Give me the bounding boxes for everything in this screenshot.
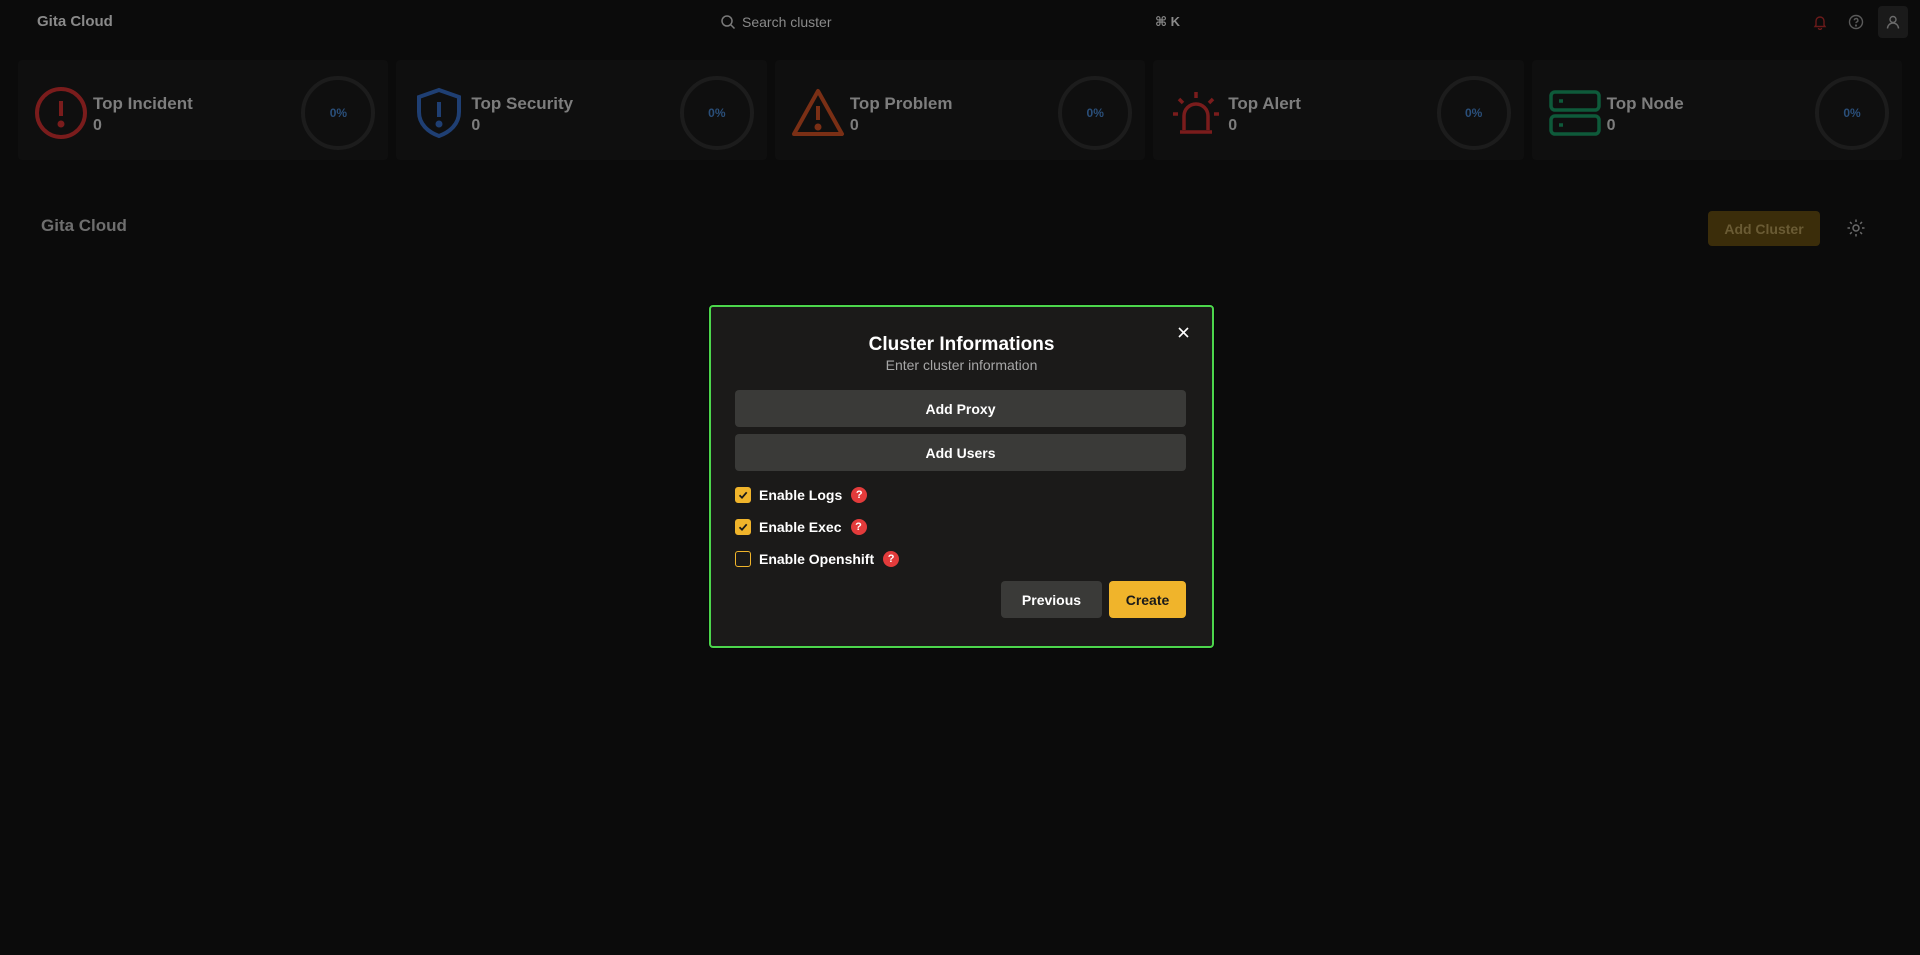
enable-logs-checkbox[interactable]	[735, 487, 751, 503]
stat-percent: 0%	[1086, 106, 1104, 120]
top-icons	[1806, 6, 1908, 38]
add-cluster-button[interactable]: Add Cluster	[1708, 211, 1820, 246]
enable-exec-label: Enable Exec	[759, 519, 842, 535]
stat-card-alert[interactable]: Top Alert 0 0%	[1153, 60, 1524, 160]
enable-logs-label: Enable Logs	[759, 487, 843, 503]
help-icon[interactable]: ?	[883, 551, 900, 567]
gear-icon[interactable]	[1846, 218, 1866, 238]
top-bar: Gita Cloud Search cluster ⌘ K	[0, 0, 1920, 44]
enable-openshift-label: Enable Openshift	[759, 551, 875, 567]
stat-title: Top Incident	[93, 94, 193, 113]
stat-title: Top Alert	[1228, 94, 1301, 113]
stat-percent: 0%	[1464, 106, 1483, 120]
alert-circle-icon	[35, 87, 87, 139]
enable-openshift-checkbox[interactable]	[735, 551, 751, 567]
previous-button[interactable]: Previous	[1001, 581, 1102, 618]
siren-icon	[1173, 92, 1220, 134]
stat-card-incident[interactable]: Top Incident 0 0%	[18, 60, 389, 160]
cluster-info-modal: Cluster Informations Enter cluster infor…	[709, 305, 1214, 648]
help-button[interactable]	[1842, 6, 1870, 38]
search-shortcut: ⌘ K	[1154, 14, 1180, 29]
stat-card-problem[interactable]: Top Problem 0 0%	[774, 60, 1146, 160]
enable-exec-checkbox[interactable]	[735, 519, 751, 535]
stat-percent: 0%	[708, 106, 726, 120]
stat-count: 0	[471, 117, 481, 134]
stat-card-node[interactable]: Top Node 0 0%	[1531, 60, 1903, 160]
create-button[interactable]: Create	[1109, 581, 1186, 618]
stat-count: 0	[849, 117, 859, 134]
stat-count: 0	[1606, 117, 1616, 134]
checkmark-icon	[738, 491, 748, 500]
stat-count: 0	[93, 117, 102, 134]
page-title: Gita Cloud	[41, 216, 127, 235]
search-input[interactable]: Search cluster	[742, 14, 1155, 30]
stats-row: Top Incident 0 0% Top Security 0 0% Top …	[18, 60, 1903, 160]
search-icon	[721, 15, 736, 30]
enable-openshift-option: Enable Openshift ?	[735, 549, 900, 569]
stat-count: 0	[1228, 117, 1238, 134]
stat-title: Top Problem	[849, 94, 953, 113]
checkmark-icon	[738, 523, 748, 532]
bell-icon	[1813, 16, 1827, 30]
help-circle-icon	[1848, 14, 1864, 30]
help-icon[interactable]: ?	[850, 519, 867, 535]
user-icon	[1886, 15, 1900, 29]
user-menu-button[interactable]	[1878, 6, 1908, 38]
help-icon[interactable]: ?	[851, 487, 868, 503]
stat-title: Top Node	[1606, 94, 1684, 113]
brand-title: Gita Cloud	[37, 13, 113, 30]
add-users-button[interactable]: Add Users	[735, 434, 1186, 471]
search-bar[interactable]: Search cluster ⌘ K	[720, 12, 1180, 32]
add-proxy-button[interactable]: Add Proxy	[735, 390, 1186, 427]
modal-subtitle: Enter cluster information	[885, 357, 1038, 373]
stat-card-security[interactable]: Top Security 0 0%	[396, 60, 767, 160]
enable-exec-option: Enable Exec ?	[735, 517, 867, 537]
stat-title: Top Security	[471, 94, 574, 113]
modal-title: Cluster Informations	[868, 334, 1055, 355]
server-icon	[1548, 90, 1601, 136]
stat-percent: 0%	[329, 106, 348, 120]
notifications-button[interactable]	[1806, 6, 1834, 38]
warning-triangle-icon	[791, 89, 844, 136]
shield-icon	[417, 87, 462, 139]
stat-percent: 0%	[1843, 106, 1861, 120]
enable-logs-option: Enable Logs ?	[735, 485, 868, 505]
